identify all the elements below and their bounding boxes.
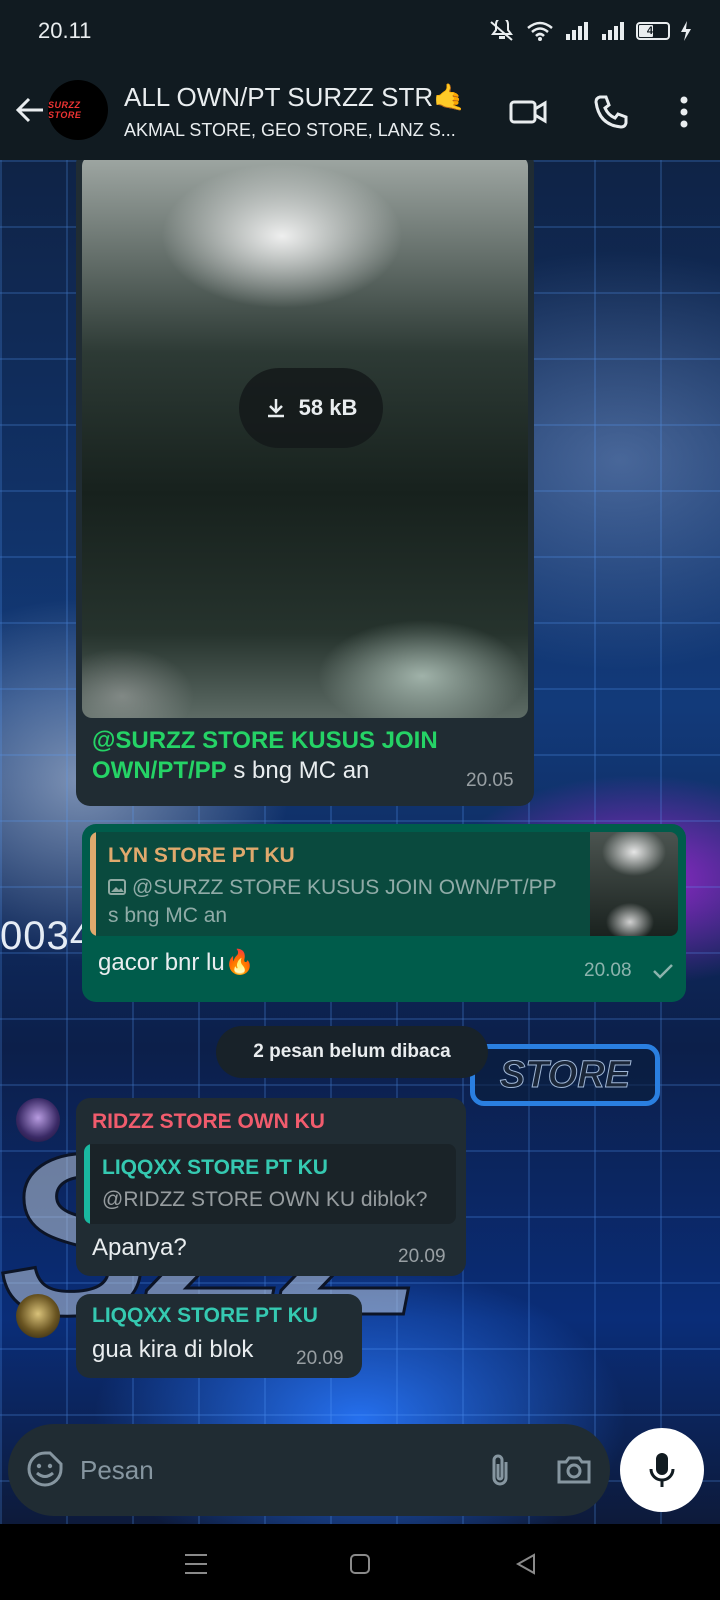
quoted-thumbnail (590, 832, 678, 936)
quoted-message[interactable]: LYN STORE PT KU @SURZZ STORE KUSUS JOIN … (90, 832, 678, 936)
video-call-button[interactable] (508, 92, 548, 132)
recents-icon (185, 1554, 207, 1574)
battery-icon: 48 (636, 22, 670, 40)
sticker-icon (27, 1451, 63, 1487)
voice-message-button[interactable] (620, 1428, 704, 1512)
sent-check-icon (653, 964, 673, 979)
message-outgoing[interactable]: LYN STORE PT KU @SURZZ STORE KUSUS JOIN … (82, 824, 686, 1002)
sender-avatar[interactable] (16, 1098, 60, 1142)
quoted-text-wrap: @SURZZ STORE KUSUS JOIN OWN/PT/PP s bng … (108, 874, 568, 930)
message-time: 20.09 (398, 1246, 446, 1267)
status-time: 20.11 (38, 18, 92, 43)
sender-name[interactable]: RIDZZ STORE OWN KU (92, 1110, 325, 1134)
back-arrow-icon (15, 97, 43, 123)
more-vert-icon (680, 96, 688, 128)
voice-call-button[interactable] (591, 92, 631, 132)
download-size: 58 kB (298, 395, 358, 420)
sender-name[interactable]: LIQQXX STORE PT KU (92, 1304, 318, 1328)
chat-area[interactable]: 0034 STORE SZZ 58 kB @SURZZ STORE KUSUS … (0, 160, 720, 1524)
wallpaper-store-label: STORE (470, 1044, 660, 1106)
paperclip-icon (492, 1454, 508, 1486)
message-text: gacor bnr lu🔥 (98, 949, 255, 976)
video-call-icon (509, 100, 547, 124)
download-button[interactable]: 58 kB (239, 368, 383, 448)
system-nav-bar (0, 1524, 720, 1600)
quoted-message[interactable]: LIQQXX STORE PT KU @RIDZZ STORE OWN KU d… (84, 1144, 456, 1224)
wallpaper-digits: 0034 (0, 914, 93, 958)
status-icons: 48 (488, 18, 692, 44)
battery-level: 48 (646, 25, 660, 37)
camera-icon (557, 1456, 591, 1484)
image-preview[interactable]: 58 kB (82, 160, 528, 718)
back-nav-button[interactable] (506, 1544, 546, 1584)
charging-icon (681, 21, 691, 41)
message-time: 20.08 (584, 960, 632, 981)
camera-button[interactable] (554, 1450, 594, 1490)
chat-header: SURZZ STORE ALL OWN/PT SURZZ STR🤙 AKMAL … (0, 62, 720, 160)
message-time: 20.09 (296, 1348, 344, 1369)
quoted-sender: LIQQXX STORE PT KU (102, 1156, 328, 1179)
message-incoming[interactable]: LIQQXX STORE PT KU gua kira di blok 20.0… (76, 1294, 362, 1378)
message-time: 20.05 (466, 770, 514, 791)
quoted-text: @SURZZ STORE KUSUS JOIN OWN/PT/PP s bng … (108, 876, 557, 927)
unread-messages-banner: 2 pesan belum dibaca (216, 1026, 488, 1078)
sticker-button[interactable] (26, 1450, 66, 1490)
signal-icon (602, 22, 624, 40)
phone-icon (594, 95, 628, 129)
chat-members[interactable]: AKMAL STORE, GEO STORE, LANZ S... (124, 120, 488, 141)
sender-avatar[interactable] (16, 1294, 60, 1338)
chat-title[interactable]: ALL OWN/PT SURZZ STR🤙 (124, 82, 484, 113)
attach-button[interactable] (480, 1450, 520, 1490)
message-input[interactable] (80, 1448, 460, 1492)
message-text: Apanya? (92, 1234, 187, 1261)
signal-icon (566, 22, 588, 40)
home-icon (350, 1554, 370, 1574)
home-button[interactable] (340, 1544, 380, 1584)
avatar-logo: SURZZ STORE (48, 100, 82, 120)
group-avatar[interactable]: SURZZ STORE (48, 80, 108, 140)
image-icon (108, 879, 126, 895)
message-text: gua kira di blok (92, 1336, 254, 1363)
message-incoming[interactable]: RIDZZ STORE OWN KU LIQQXX STORE PT KU @R… (76, 1098, 466, 1276)
back-button[interactable] (10, 90, 50, 130)
recent-apps-button[interactable] (176, 1544, 216, 1584)
image-caption: @SURZZ STORE KUSUS JOIN OWN/PT/PP s bng … (92, 726, 472, 786)
more-options-button[interactable] (664, 92, 704, 132)
mute-icon (490, 20, 513, 41)
quote-bar (90, 832, 96, 936)
message-image[interactable]: 58 kB @SURZZ STORE KUSUS JOIN OWN/PT/PP … (76, 160, 534, 806)
status-bar: 20.11 48 (0, 0, 720, 62)
message-composer (8, 1424, 610, 1516)
back-triangle-icon (515, 1553, 535, 1575)
mic-icon (649, 1453, 675, 1487)
quoted-text: @RIDZZ STORE OWN KU diblok? (102, 1188, 428, 1211)
quoted-sender: LYN STORE PT KU (108, 844, 295, 867)
wifi-icon (527, 21, 553, 41)
quote-bar (84, 1144, 90, 1224)
download-icon (267, 399, 284, 418)
caption-text: s bng MC an (226, 757, 370, 784)
